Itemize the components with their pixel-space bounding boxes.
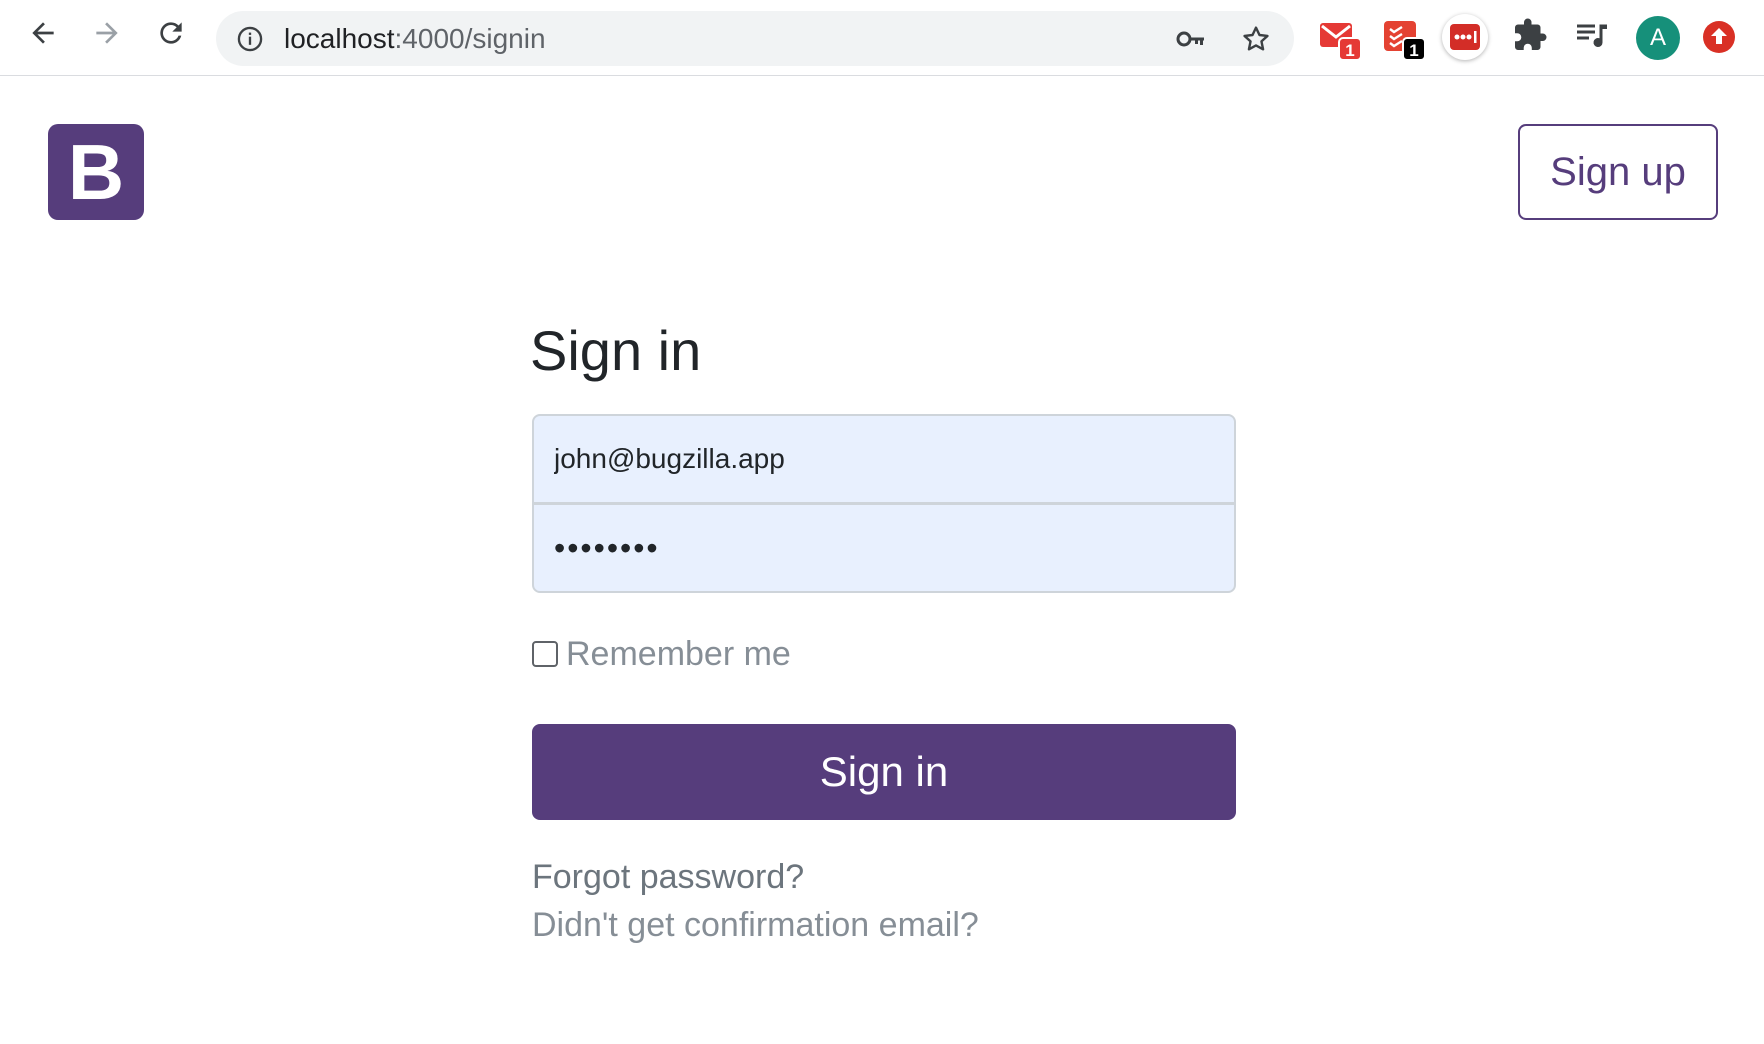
profile-avatar[interactable]: A xyxy=(1636,16,1680,60)
forward-arrow-icon[interactable] xyxy=(86,12,128,54)
gmail-badge: 1 xyxy=(1338,37,1362,61)
back-arrow-icon[interactable] xyxy=(22,12,64,54)
reload-icon[interactable] xyxy=(150,12,192,54)
remember-checkbox[interactable] xyxy=(532,641,558,667)
brand-logo[interactable]: B xyxy=(48,124,144,220)
email-field[interactable] xyxy=(532,414,1236,504)
page-title: Sign in xyxy=(530,319,702,382)
key-icon[interactable] xyxy=(1176,25,1206,53)
gmail-icon[interactable]: 1 xyxy=(1318,17,1362,61)
signup-button[interactable]: Sign up xyxy=(1518,124,1718,220)
info-icon[interactable] xyxy=(236,25,264,53)
signin-button[interactable]: Sign in xyxy=(532,724,1236,820)
puzzle-icon[interactable] xyxy=(1512,17,1552,57)
todoist-icon[interactable]: 1 xyxy=(1382,17,1426,61)
address-bar[interactable]: localhost:4000/signin xyxy=(216,11,1294,66)
resend-confirmation-link[interactable]: Didn't get confirmation email? xyxy=(532,905,979,945)
remember-me: Remember me xyxy=(532,636,791,672)
update-icon[interactable] xyxy=(1700,18,1740,58)
browser-toolbar: localhost:4000/signin 1 1 A xyxy=(0,0,1764,76)
remember-label[interactable]: Remember me xyxy=(566,636,791,672)
bookmark-star-icon[interactable] xyxy=(1240,23,1272,55)
password-field[interactable] xyxy=(532,503,1236,593)
url-text: localhost:4000/signin xyxy=(284,23,546,55)
url-path: :4000/signin xyxy=(394,23,546,54)
todoist-badge: 1 xyxy=(1402,37,1426,61)
url-host: localhost xyxy=(284,23,395,54)
forgot-password-link[interactable]: Forgot password? xyxy=(532,857,804,897)
lastpass-icon[interactable] xyxy=(1442,14,1488,60)
media-queue-icon[interactable] xyxy=(1574,17,1614,57)
